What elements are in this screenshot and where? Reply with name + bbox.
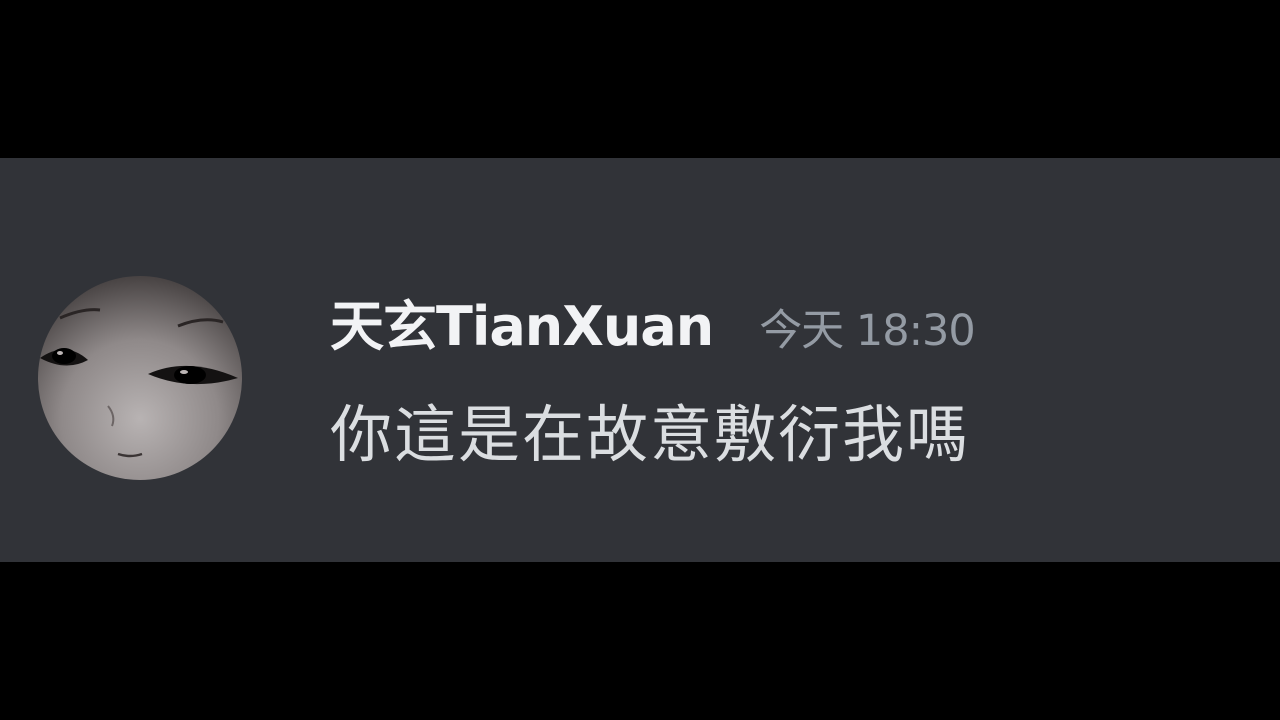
timestamp: 今天 18:30 (759, 306, 976, 356)
letterbox-top (0, 0, 1280, 158)
message-header: 天玄TianXuan 今天 18:30 (330, 282, 976, 358)
user-avatar[interactable] (38, 276, 242, 480)
message-content: 你這是在故意敷衍我嗎 (330, 398, 971, 471)
username[interactable]: 天玄TianXuan (330, 282, 714, 361)
avatar-face-icon (40, 308, 238, 458)
chat-message: 天玄TianXuan 今天 18:30 你這是在故意敷衍我嗎 (0, 158, 1280, 562)
letterbox-bottom (0, 562, 1280, 720)
